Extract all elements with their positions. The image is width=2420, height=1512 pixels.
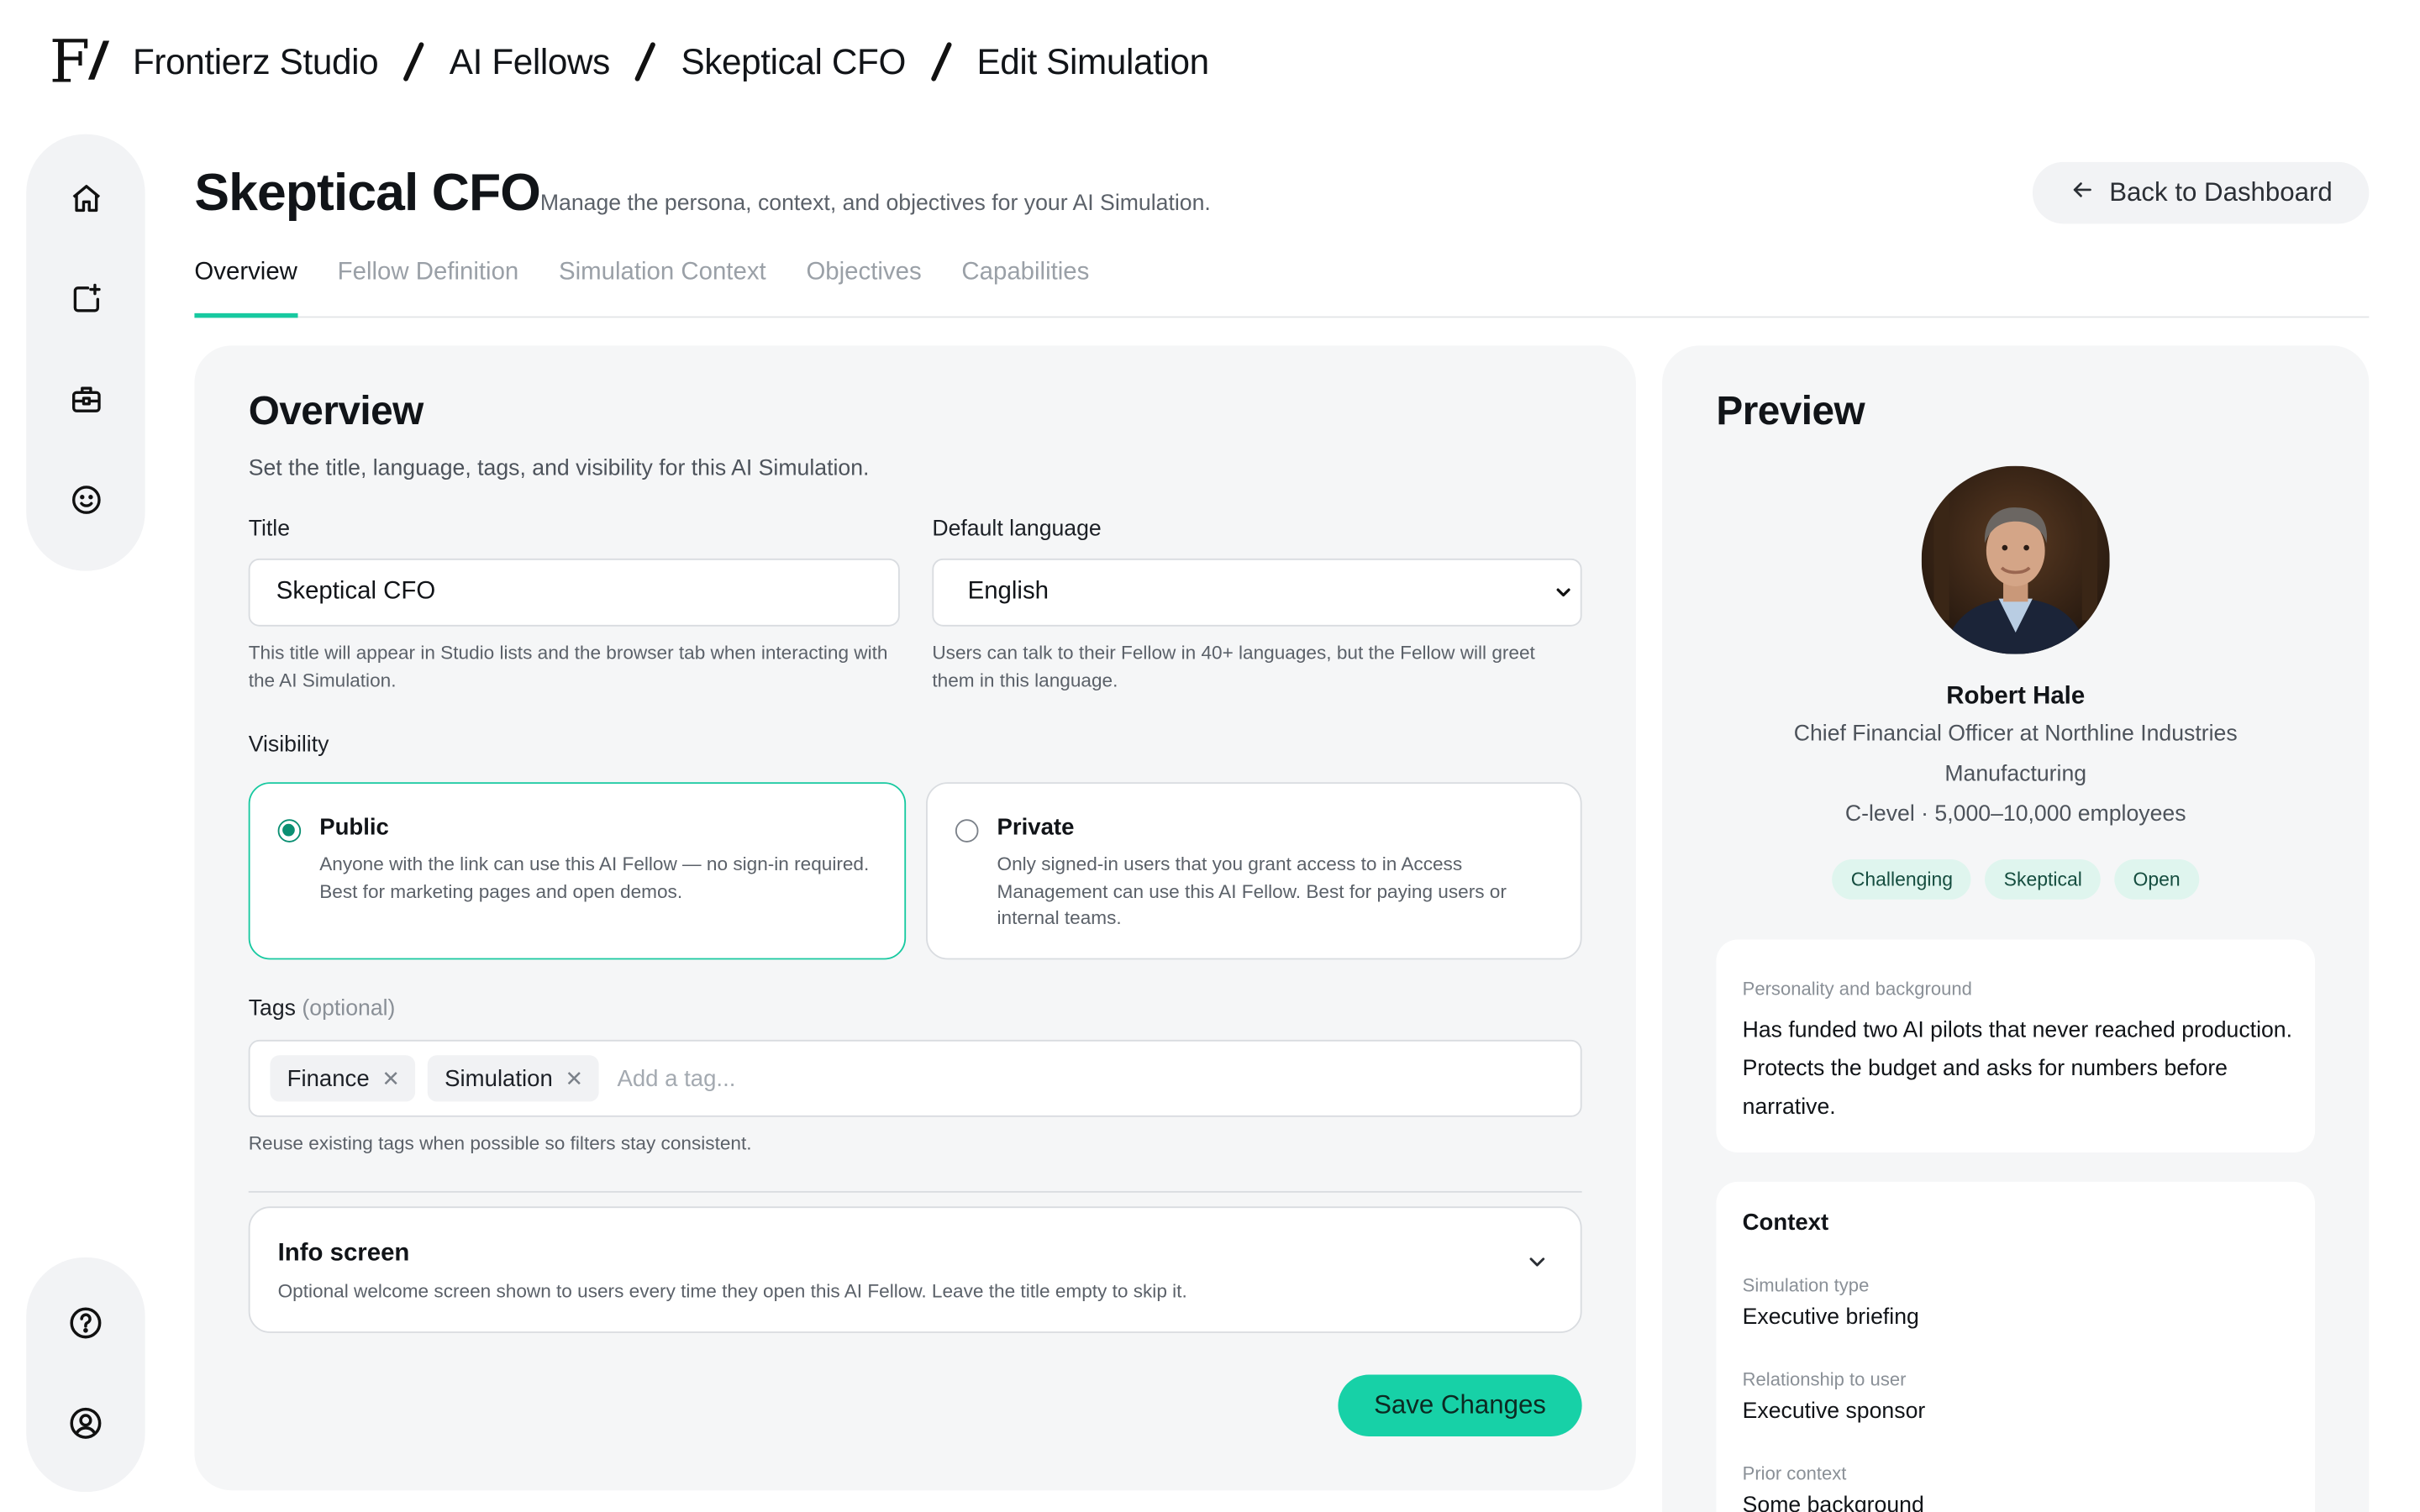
home-icon[interactable] xyxy=(67,181,104,218)
tags-label-text: Tags xyxy=(248,996,296,1021)
tag-chip: Simulation ✕ xyxy=(427,1055,599,1102)
breadcrumb-item-ai-fellows[interactable]: AI Fellows xyxy=(450,41,611,83)
smiley-icon[interactable] xyxy=(67,481,104,518)
visibility-public-title: Public xyxy=(319,814,389,842)
visibility-private-title: Private xyxy=(997,814,1075,842)
context-item-label: Simulation type xyxy=(1742,1274,1870,1296)
tags-input[interactable]: Finance ✕ Simulation ✕ Add a tag... xyxy=(248,1039,1582,1117)
language-hint: Users can talk to their Fellow in 40+ la… xyxy=(932,642,1535,690)
info-screen-title: Info screen xyxy=(277,1240,410,1267)
personality-box: Personality and background Has funded tw… xyxy=(1716,939,2316,1153)
context-item-value: Executive sponsor xyxy=(1742,1399,1926,1425)
tags-hint: Reuse existing tags when possible so fil… xyxy=(248,1132,752,1154)
tab-fellow-definition[interactable]: Fellow Definition xyxy=(338,253,519,318)
overview-card: Overview Set the title, language, tags, … xyxy=(194,345,1636,1491)
persona-role: Chief Financial Officer at Northline Ind… xyxy=(1793,722,2238,747)
trait-chip: Skeptical xyxy=(1985,859,2101,900)
context-item-label: Relationship to user xyxy=(1742,1368,1907,1390)
visibility-label: Visibility xyxy=(248,732,329,758)
tab-capabilities[interactable]: Capabilities xyxy=(961,253,1089,318)
user-account-icon[interactable] xyxy=(67,1404,104,1441)
title-input-value: Skeptical CFO xyxy=(276,578,436,605)
info-screen-desc: Optional welcome screen shown to users e… xyxy=(277,1280,1187,1303)
sidebar-footer xyxy=(26,1257,145,1493)
persona-industry: Manufacturing xyxy=(1944,762,2087,787)
info-screen-accordion[interactable]: Info screen Optional welcome screen show… xyxy=(248,1206,1582,1333)
trait-chip: Open xyxy=(2114,859,2199,900)
context-heading: Context xyxy=(1742,1209,1829,1236)
language-label: Default language xyxy=(932,517,1102,542)
breadcrumb-item-studio[interactable]: Frontierz Studio xyxy=(133,41,379,83)
radio-public[interactable] xyxy=(277,819,302,843)
tag-input-placeholder[interactable]: Add a tag... xyxy=(617,1065,735,1091)
persona-name: Robert Hale xyxy=(1946,683,2086,710)
back-to-dashboard-label: Back to Dashboard xyxy=(2109,177,2333,207)
tab-overview[interactable]: Overview xyxy=(194,253,297,318)
breadcrumb-separator-icon xyxy=(400,42,428,82)
overview-description: Set the title, language, tags, and visib… xyxy=(248,456,870,482)
tag-chip-label: Simulation xyxy=(445,1065,553,1092)
persona-traits: Challenging Skeptical Open xyxy=(1662,859,2369,900)
studio-logo[interactable]: F / xyxy=(50,31,111,92)
remove-tag-icon[interactable]: ✕ xyxy=(566,1065,584,1091)
visibility-private-option[interactable]: Private Only signed-in users that you gr… xyxy=(926,782,1582,960)
page-title: Skeptical CFO xyxy=(194,163,540,223)
title-hint: This title will appear in Studio lists a… xyxy=(248,642,888,690)
help-icon[interactable] xyxy=(67,1304,104,1341)
chevron-down-icon[interactable] xyxy=(1525,1250,1549,1283)
briefcase-icon[interactable] xyxy=(67,381,104,418)
breadcrumb: F / Frontierz Studio AI Fellows Skeptical… xyxy=(50,31,1209,92)
breadcrumb-item-current: Edit Simulation xyxy=(976,40,1209,81)
breadcrumb-separator-icon xyxy=(632,42,660,82)
new-document-sparkle-icon[interactable] xyxy=(67,281,104,318)
visibility-public-option[interactable]: Public Anyone with the link can use this… xyxy=(248,782,907,960)
tag-chip-label: Finance xyxy=(287,1065,370,1092)
title-label: Title xyxy=(248,517,291,542)
avatar xyxy=(1921,465,2110,654)
tags-label: Tags (optional) xyxy=(249,997,396,1021)
context-box: Context Simulation type Executive briefi… xyxy=(1716,1181,2316,1512)
personality-label: Personality and background xyxy=(1742,978,1972,1000)
overview-heading: Overview xyxy=(248,387,424,434)
personality-text: Has funded two AI pilots that never reac… xyxy=(1742,1018,2293,1121)
arrow-left-icon xyxy=(2069,176,2093,209)
remove-tag-icon[interactable]: ✕ xyxy=(381,1065,400,1091)
tags-optional-text: (optional) xyxy=(302,996,396,1021)
visibility-private-desc: Only signed-in users that you grant acce… xyxy=(997,853,1507,929)
title-input[interactable]: Skeptical CFO xyxy=(248,558,900,627)
context-item-value: Some background xyxy=(1742,1493,1924,1512)
tab-objectives[interactable]: Objectives xyxy=(806,253,921,318)
language-select-value: English xyxy=(967,578,1050,605)
preview-card: Preview Robert Hale Chief Financial Offi… xyxy=(1662,345,2370,1512)
context-item-label: Prior context xyxy=(1742,1462,1847,1484)
section-divider xyxy=(248,1190,1582,1193)
back-to-dashboard-button[interactable]: Back to Dashboard xyxy=(2032,161,2370,224)
chevron-down-icon xyxy=(1553,581,1575,611)
preview-heading: Preview xyxy=(1716,387,1865,434)
tab-bar: Overview Fellow Definition Simulation Co… xyxy=(194,253,2370,318)
save-changes-button[interactable]: Save Changes xyxy=(1338,1374,1582,1436)
sidebar-nav xyxy=(26,134,145,571)
breadcrumb-item-fellow[interactable]: Skeptical CFO xyxy=(681,41,906,83)
language-select[interactable]: English xyxy=(932,558,1582,627)
tag-chip: Finance ✕ xyxy=(270,1055,416,1102)
page-subtitle: Manage the persona, context, and objecti… xyxy=(539,191,1211,217)
trait-chip: Challenging xyxy=(1832,859,1972,900)
visibility-public-desc: Anyone with the link can use this AI Fel… xyxy=(319,853,870,902)
context-item-value: Executive briefing xyxy=(1742,1305,1919,1331)
breadcrumb-separator-icon xyxy=(928,42,955,82)
radio-private[interactable] xyxy=(955,819,979,843)
persona-level: C-level · 5,000–10,000 employees xyxy=(1844,802,2186,827)
tab-simulation-context[interactable]: Simulation Context xyxy=(559,253,766,318)
